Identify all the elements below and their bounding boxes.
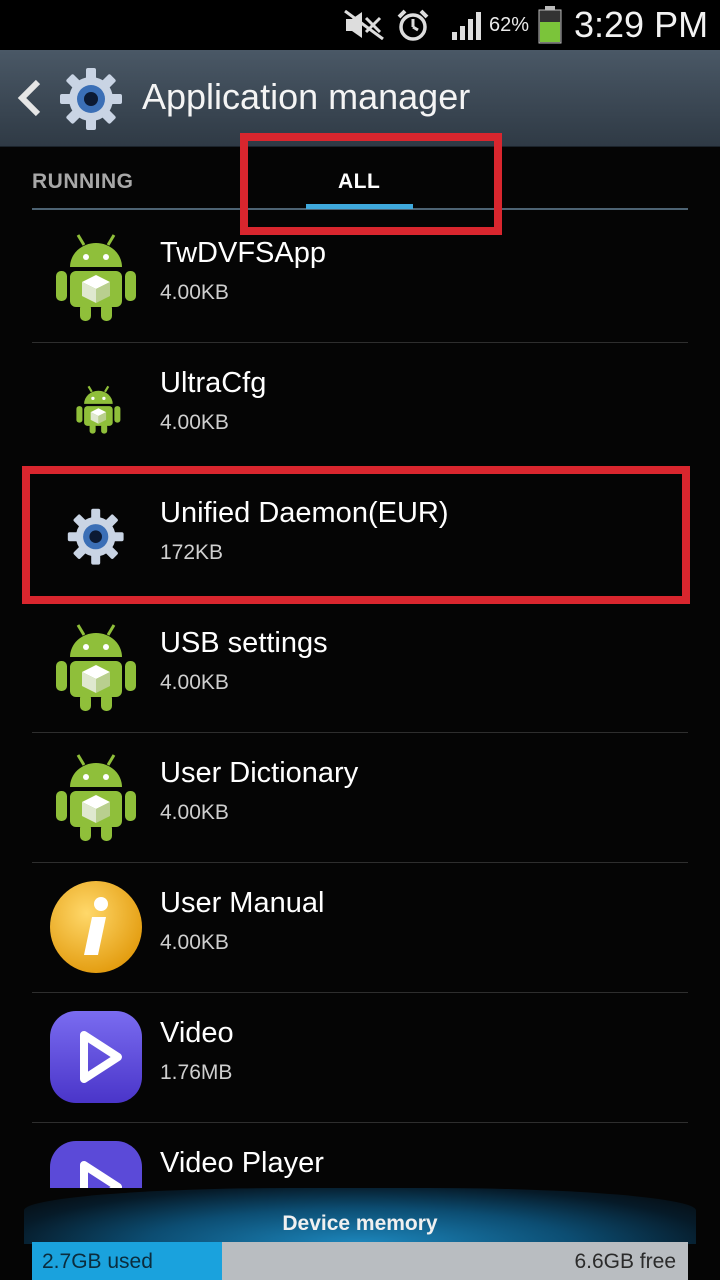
clock: 3:29 PM <box>574 4 709 45</box>
app-name: USB settings <box>160 627 328 659</box>
list-item[interactable]: User Dictionary 4.00KB <box>0 733 720 863</box>
battery-percent: 62% <box>489 14 530 36</box>
page-title: Application manager <box>142 76 471 117</box>
memory-bar: 2.7GB used 6.6GB free <box>32 1242 688 1280</box>
app-name: User Dictionary <box>160 757 359 789</box>
play-icon <box>50 1011 142 1103</box>
app-name: User Manual <box>160 887 325 919</box>
app-name: Video Player <box>160 1147 324 1179</box>
android-icon <box>56 754 136 841</box>
app-name: UltraCfg <box>160 367 267 399</box>
back-arrow-icon[interactable] <box>14 76 44 120</box>
memory-free-label: 6.6GB free <box>574 1250 676 1273</box>
app-name: TwDVFSApp <box>160 237 326 269</box>
list-item[interactable]: Video 1.76MB <box>0 993 720 1123</box>
highlight-box-all-tab <box>240 133 502 235</box>
app-size: 1.76MB <box>160 1061 233 1084</box>
list-item[interactable]: User Manual 4.00KB <box>0 863 720 993</box>
android-small-icon <box>76 385 121 434</box>
highlight-box-unified-daemon <box>22 466 690 604</box>
device-memory-panel: Device memory 2.7GB used 6.6GB free <box>0 1188 720 1280</box>
memory-title: Device memory <box>282 1212 438 1235</box>
list-item[interactable]: UltraCfg 4.00KB <box>0 343 720 473</box>
alarm-icon <box>397 9 429 41</box>
app-size: 4.00KB <box>160 411 229 434</box>
app-size: 4.00KB <box>160 671 229 694</box>
android-icon <box>56 234 136 321</box>
memory-used-label: 2.7GB used <box>42 1250 153 1273</box>
app-size: 4.00KB <box>160 281 229 304</box>
info-icon <box>50 881 142 973</box>
mute-icon <box>344 10 384 40</box>
play-icon <box>50 1141 142 1188</box>
list-item[interactable]: USB settings 4.00KB <box>0 603 720 733</box>
app-list[interactable]: TwDVFSApp 4.00KB UltraCfg 4.00KB Unified… <box>0 213 720 1188</box>
gear-icon <box>60 68 122 130</box>
tab-running[interactable]: RUNNING <box>32 170 134 194</box>
android-icon <box>56 624 136 711</box>
status-bar: 62% 3:29 PM <box>0 0 720 50</box>
app-size: 4.00KB <box>160 801 229 824</box>
list-item[interactable]: Video Player <box>0 1123 720 1188</box>
app-size: 4.00KB <box>160 931 229 954</box>
app-name: Video <box>160 1017 234 1049</box>
signal-icon <box>452 12 481 40</box>
battery-icon <box>538 6 562 44</box>
